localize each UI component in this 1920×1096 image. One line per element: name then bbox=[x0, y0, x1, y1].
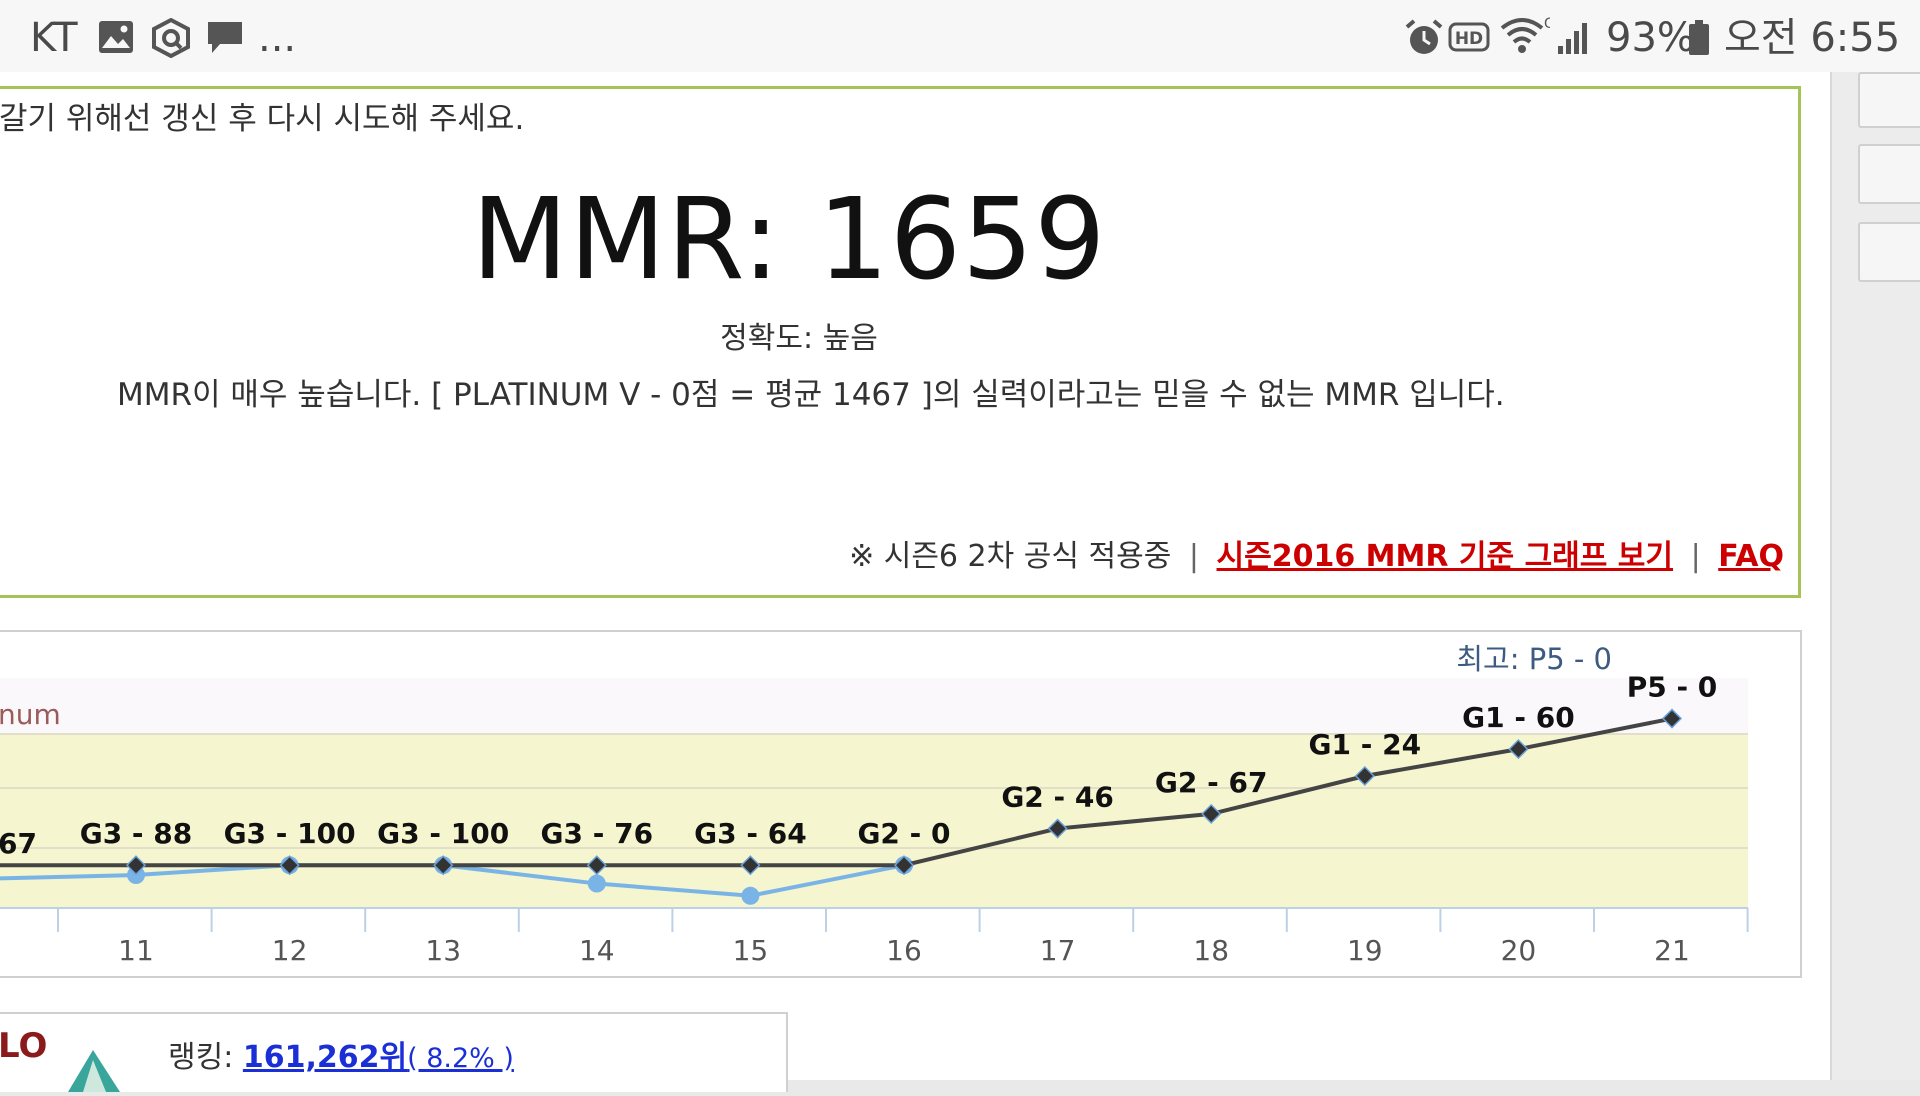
alarm-icon bbox=[1404, 18, 1444, 62]
side-button-2[interactable] bbox=[1858, 144, 1920, 204]
x-tick-label: 13 bbox=[425, 934, 461, 967]
battery-icon bbox=[1688, 20, 1710, 60]
signal-icon bbox=[1556, 20, 1592, 60]
ranking-value: 161,262위 bbox=[242, 1040, 408, 1075]
right-sidebar bbox=[1830, 72, 1920, 1080]
mmr-panel: 갈기 위해선 갱신 후 다시 시도해 주세요. MMR: 1659 정확도: 높… bbox=[0, 86, 1801, 598]
ranking-info: 랭킹: 161,262위( 8.2% ) bbox=[168, 1032, 514, 1076]
status-bar: KT ... HD G 93% 오전 6:55 bbox=[0, 0, 1920, 72]
season-footer: ※ 시즌6 2차 공식 적용중 | 시즌2016 MMR 기준 그래프 보기 |… bbox=[849, 531, 1784, 575]
data-label: G1 - 24 bbox=[1309, 728, 1422, 761]
wifi-icon: G bbox=[1498, 14, 1555, 64]
svg-text:HD: HD bbox=[1455, 29, 1483, 49]
ranking-percent: ( 8.2% ) bbox=[407, 1043, 514, 1074]
data-label: P5 - 0 bbox=[1627, 671, 1718, 704]
gallery-icon bbox=[98, 20, 134, 58]
data-label: G3 - 64 bbox=[694, 817, 807, 850]
x-tick-label: 12 bbox=[272, 934, 308, 967]
data-label-cut: 67 bbox=[0, 827, 37, 860]
data-label: G2 - 67 bbox=[1155, 766, 1268, 799]
x-tick-label: 21 bbox=[1654, 934, 1690, 967]
data-label: G1 - 60 bbox=[1462, 701, 1575, 734]
x-tick-label: 15 bbox=[733, 934, 769, 967]
season-note: ※ 시즌6 2차 공식 적용중 bbox=[849, 539, 1172, 574]
ranking-link[interactable]: 161,262위( 8.2% ) bbox=[243, 1040, 514, 1075]
side-button-1[interactable] bbox=[1858, 72, 1920, 128]
mmr-value: MMR: 1659 bbox=[471, 175, 1107, 305]
separator: | bbox=[1690, 539, 1701, 574]
x-tick-label: 19 bbox=[1347, 934, 1383, 967]
x-tick-label: 18 bbox=[1193, 934, 1229, 967]
hd-voice-icon: HD bbox=[1448, 22, 1490, 56]
separator: | bbox=[1188, 539, 1199, 574]
data-label: G3 - 100 bbox=[224, 817, 356, 850]
point-blue bbox=[587, 874, 606, 893]
best-tier-label: 최고: P5 - 0 bbox=[1456, 642, 1612, 676]
mmr-accuracy: 정확도: 높음 bbox=[720, 321, 878, 356]
x-tick-label: 11 bbox=[118, 934, 154, 967]
carrier-label: KT bbox=[30, 15, 78, 61]
mmr-history-chart: num 최고: P5 - 0 11 12 13 14 15 16 17 18 19 20 21 G3 - … bbox=[0, 630, 1802, 978]
x-tick-label: 16 bbox=[886, 934, 922, 967]
x-tick-label: 14 bbox=[579, 934, 615, 967]
svg-text:G: G bbox=[1544, 16, 1550, 32]
ranking-label: 랭킹: bbox=[168, 1040, 234, 1075]
clock: 오전 6:55 bbox=[1724, 15, 1901, 61]
tier-emblem-icon bbox=[58, 1042, 128, 1096]
data-label: G3 - 76 bbox=[541, 817, 654, 850]
chart-svg: num 최고: P5 - 0 11 12 13 14 15 16 17 18 19 20 21 G3 - … bbox=[0, 642, 1749, 967]
data-label: G2 - 46 bbox=[1001, 781, 1114, 814]
more-notifications: ... bbox=[258, 15, 297, 61]
data-label: G2 - 0 bbox=[857, 817, 950, 850]
tier-band-label: num bbox=[0, 698, 61, 731]
data-label: G3 - 100 bbox=[377, 817, 509, 850]
ranking-panel: LO 랭킹: 161,262위( 8.2% ) bbox=[0, 1012, 788, 1092]
q-app-icon bbox=[150, 17, 192, 62]
faq-link[interactable]: FAQ bbox=[1718, 539, 1784, 574]
mmr-description: MMR이 매우 높습니다. [ PLATINUM V - 0점 = 평균 146… bbox=[117, 377, 1505, 413]
message-icon bbox=[206, 20, 244, 60]
refresh-notice: 갈기 위해선 갱신 후 다시 시도해 주세요. bbox=[0, 101, 525, 137]
graph-link[interactable]: 시즌2016 MMR 기준 그래프 보기 bbox=[1217, 539, 1673, 574]
side-button-3[interactable] bbox=[1858, 222, 1920, 282]
x-tick-label: 17 bbox=[1040, 934, 1076, 967]
battery-percent: 93% bbox=[1606, 15, 1695, 61]
x-tick-label: 20 bbox=[1501, 934, 1537, 967]
point-blue bbox=[741, 886, 760, 905]
data-label: G3 - 88 bbox=[80, 817, 193, 850]
tier-label-partial: LO bbox=[0, 1026, 48, 1066]
